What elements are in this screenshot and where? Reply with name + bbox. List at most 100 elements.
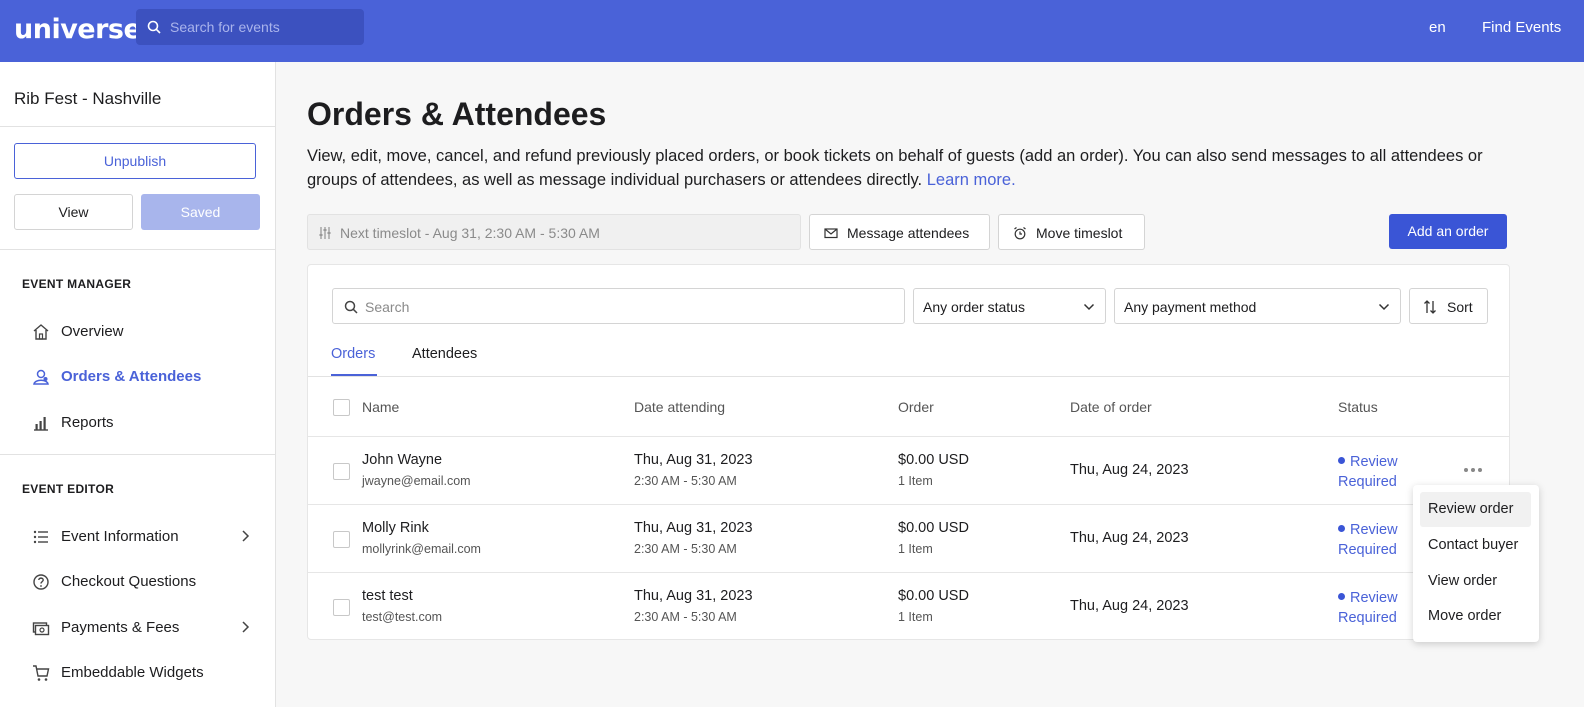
select-all-checkbox[interactable]: [333, 399, 350, 416]
order-items: 1 Item: [898, 474, 933, 488]
row-checkbox[interactable]: [333, 531, 350, 548]
home-icon: [33, 324, 49, 340]
description-text: View, edit, move, cancel, and refund pre…: [307, 147, 1483, 189]
sort-button[interactable]: Sort: [1409, 288, 1488, 324]
list-icon: [33, 530, 48, 544]
divider: [308, 376, 1509, 377]
orders-search-placeholder: Search: [365, 299, 410, 315]
view-button[interactable]: View: [14, 194, 133, 230]
buyer-email: mollyrink@email.com: [362, 542, 481, 556]
attending-date: Thu, Aug 31, 2023: [634, 452, 753, 468]
message-attendees-button[interactable]: Message attendees: [809, 214, 990, 250]
sidebar-item-label: Payments & Fees: [61, 619, 180, 636]
sidebar-item-payments-fees[interactable]: Payments & Fees: [22, 612, 258, 642]
question-icon: [33, 574, 49, 590]
saved-button[interactable]: Saved: [141, 194, 260, 230]
attending-date: Thu, Aug 31, 2023: [634, 520, 753, 536]
attending-time: 2:30 AM - 5:30 AM: [634, 542, 737, 556]
sidebar-item-label: Event Information: [61, 528, 179, 545]
table-row[interactable]: John Wayne jwayne@email.com Thu, Aug 31,…: [308, 437, 1509, 505]
status-badge[interactable]: Review Required: [1338, 588, 1418, 628]
table-row[interactable]: Molly Rink mollyrink@email.com Thu, Aug …: [308, 505, 1509, 573]
order-amount: $0.00 USD: [898, 588, 969, 604]
sidebar-item-label: Embeddable Widgets: [61, 664, 204, 681]
timeslot-filter[interactable]: Next timeslot - Aug 31, 2:30 AM - 5:30 A…: [307, 214, 801, 250]
menu-item-review-order[interactable]: Review order: [1420, 492, 1531, 527]
chevron-down-icon: [1378, 303, 1390, 311]
sidebar-item-checkout-questions[interactable]: Checkout Questions: [22, 566, 258, 596]
buyer-name: test test: [362, 588, 413, 604]
sidebar-item-label: Overview: [61, 323, 124, 340]
unpublish-button[interactable]: Unpublish: [14, 143, 256, 179]
column-header-status[interactable]: Status: [1338, 399, 1378, 415]
tab-attendees[interactable]: Attendees: [412, 346, 477, 362]
language-selector[interactable]: en: [1429, 19, 1446, 36]
sidebar-item-label: Orders & Attendees: [61, 368, 202, 385]
attending-date: Thu, Aug 31, 2023: [634, 588, 753, 604]
column-header-order[interactable]: Order: [898, 399, 934, 415]
sidebar: Rib Fest - Nashville Unpublish View Save…: [0, 62, 276, 707]
menu-item-view-order[interactable]: View order: [1420, 564, 1531, 599]
attendees-icon: [33, 369, 49, 385]
order-date: Thu, Aug 24, 2023: [1070, 462, 1189, 478]
order-status-value: Any order status: [923, 299, 1025, 315]
search-icon: [344, 300, 358, 314]
buyer-name: Molly Rink: [362, 520, 429, 536]
status-dot: [1338, 457, 1345, 464]
status-dot: [1338, 593, 1345, 600]
column-header-date-of-order[interactable]: Date of order: [1070, 399, 1152, 415]
money-icon: [32, 622, 50, 636]
payment-method-value: Any payment method: [1124, 299, 1257, 315]
table-row[interactable]: test test test@test.com Thu, Aug 31, 202…: [308, 573, 1509, 641]
page-title: Orders & Attendees: [307, 96, 607, 132]
chevron-right-icon: [242, 530, 250, 542]
sidebar-item-reports[interactable]: Reports: [22, 407, 258, 437]
learn-more-link[interactable]: Learn more.: [927, 171, 1016, 189]
sliders-icon: [319, 227, 331, 239]
status-dot: [1338, 525, 1345, 532]
search-icon: [147, 20, 161, 34]
menu-item-move-order[interactable]: Move order: [1420, 599, 1531, 634]
row-checkbox[interactable]: [333, 599, 350, 616]
status-badge[interactable]: Review Required: [1338, 520, 1418, 560]
more-options-icon[interactable]: [1462, 465, 1484, 475]
column-header-name[interactable]: Name: [362, 399, 399, 415]
page-description: View, edit, move, cancel, and refund pre…: [307, 144, 1522, 192]
status-badge[interactable]: Review Required: [1338, 452, 1418, 492]
payment-method-select[interactable]: Any payment method: [1114, 288, 1401, 324]
sidebar-item-label: Reports: [61, 414, 114, 431]
find-events-link[interactable]: Find Events: [1482, 19, 1561, 36]
event-search-input[interactable]: Search for events: [136, 9, 364, 45]
order-items: 1 Item: [898, 610, 933, 624]
move-timeslot-label: Move timeslot: [1036, 225, 1123, 241]
status-text: Review Required: [1338, 522, 1398, 558]
move-timeslot-button[interactable]: Move timeslot: [998, 214, 1145, 250]
orders-search-input[interactable]: Search: [332, 288, 905, 324]
sidebar-item-overview[interactable]: Overview: [22, 316, 258, 346]
divider: [0, 249, 276, 250]
buyer-email: test@test.com: [362, 610, 443, 624]
add-order-button[interactable]: Add an order: [1389, 214, 1507, 249]
event-search-placeholder: Search for events: [170, 19, 280, 35]
universe-logo[interactable]: universe: [14, 14, 142, 45]
tab-orders[interactable]: Orders: [331, 346, 375, 362]
message-attendees-label: Message attendees: [847, 225, 970, 241]
attending-time: 2:30 AM - 5:30 AM: [634, 610, 737, 624]
order-status-select[interactable]: Any order status: [913, 288, 1106, 324]
sidebar-item-embeddable-widgets[interactable]: Embeddable Widgets: [22, 657, 258, 687]
event-editor-heading: EVENT EDITOR: [22, 482, 115, 496]
alarm-clock-icon: [1014, 227, 1026, 240]
row-checkbox[interactable]: [333, 463, 350, 480]
column-header-date-attending[interactable]: Date attending: [634, 399, 725, 415]
menu-item-contact-buyer[interactable]: Contact buyer: [1420, 528, 1531, 563]
sort-label: Sort: [1447, 299, 1473, 315]
sidebar-item-event-information[interactable]: Event Information: [22, 521, 258, 551]
sidebar-item-orders-attendees[interactable]: Orders & Attendees: [22, 361, 258, 391]
status-text: Review Required: [1338, 590, 1398, 626]
order-date: Thu, Aug 24, 2023: [1070, 530, 1189, 546]
chevron-right-icon: [242, 621, 250, 633]
cart-icon: [33, 665, 50, 681]
order-amount: $0.00 USD: [898, 452, 969, 468]
divider: [0, 126, 276, 127]
order-items: 1 Item: [898, 542, 933, 556]
